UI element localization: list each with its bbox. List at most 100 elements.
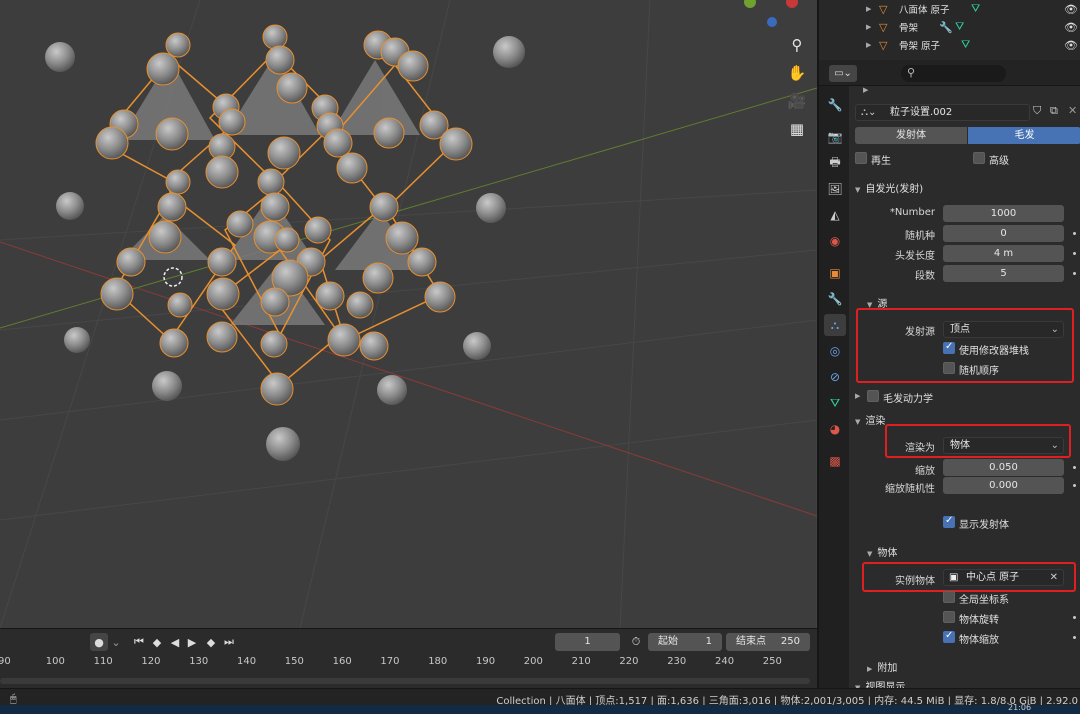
atom-sphere[interactable] (323, 128, 353, 158)
atom-sphere[interactable] (260, 287, 290, 317)
constraints-tab-icon[interactable]: ⊘ (824, 366, 846, 388)
atom-sphere[interactable] (148, 220, 182, 254)
eye-icon[interactable]: 👁 (1064, 21, 1078, 34)
type-tab-hair[interactable]: 毛发 (968, 127, 1080, 144)
atom-sphere[interactable] (159, 328, 189, 358)
eye-icon[interactable]: 👁 (1064, 3, 1078, 16)
zoom-icon[interactable]: ⚲ (785, 33, 809, 57)
atom-sphere[interactable] (95, 126, 129, 160)
modifier-tab-icon[interactable]: 🔧 (824, 288, 846, 310)
physics-tab-icon[interactable]: ◎ (824, 340, 846, 362)
world-tab-icon[interactable]: ◉ (824, 230, 846, 252)
atom-sphere[interactable] (226, 210, 254, 238)
eye-icon[interactable]: 👁 (1064, 39, 1078, 52)
atom-sphere[interactable] (265, 45, 295, 75)
atom-sphere[interactable] (146, 52, 180, 86)
grid-view-icon[interactable]: ▦ (785, 117, 809, 141)
atom-sphere[interactable] (157, 192, 187, 222)
atom-sphere[interactable] (362, 262, 394, 294)
atom-sphere[interactable] (346, 291, 374, 319)
atom-sphere[interactable] (260, 192, 290, 222)
atom-sphere[interactable] (476, 193, 506, 223)
atom-sphere[interactable] (165, 32, 191, 58)
atom-sphere[interactable] (260, 330, 288, 358)
scene-tab-icon[interactable]: ◭ (824, 204, 846, 226)
search-input[interactable]: ⚲ (901, 65, 1006, 82)
keyframe-dot-icon[interactable] (1073, 636, 1076, 639)
atom-sphere[interactable] (260, 372, 294, 406)
play-icon[interactable]: ▶ (184, 633, 200, 651)
pan-hand-icon[interactable]: ✋ (785, 61, 809, 85)
atom-sphere[interactable] (385, 221, 419, 255)
atom-sphere[interactable] (493, 36, 525, 68)
duplicate-icon[interactable]: ⧉ (1050, 104, 1065, 121)
texture-tab-icon[interactable]: ▩ (824, 450, 846, 472)
atom-sphere[interactable] (262, 24, 288, 50)
segments-field[interactable]: 5 (943, 265, 1064, 282)
hair-dynamics-checkbox[interactable] (867, 390, 879, 402)
jump-start-icon[interactable]: ⏮ (132, 633, 146, 651)
outliner-row[interactable]: ▶ ▽ 骨架 原子 ⛛ 👁 (819, 36, 1080, 54)
emission-section-header[interactable]: ▼ 自发光(发射) (855, 180, 923, 195)
render-section-header[interactable]: ▼ 渲染 (855, 412, 885, 427)
atom-sphere[interactable] (152, 371, 182, 401)
atom-sphere[interactable] (439, 127, 473, 161)
particle-datablock-selector[interactable]: ⛬⌄ 粒子设置.002 (855, 104, 1030, 121)
atom-sphere[interactable] (304, 216, 332, 244)
atom-sphere[interactable] (45, 42, 75, 72)
regrow-checkbox[interactable] (855, 152, 867, 164)
advanced-checkbox[interactable] (973, 152, 985, 164)
next-keyframe-icon[interactable]: ◆ (202, 633, 220, 651)
global-coordinates-checkbox[interactable] (943, 591, 955, 603)
expand-arrow-icon[interactable]: ▶ (866, 5, 871, 13)
seed-field[interactable]: 0 (943, 225, 1064, 242)
keyframe-dot-icon[interactable] (1073, 616, 1076, 619)
hair-length-field[interactable]: 4 m (943, 245, 1064, 262)
expand-arrow-icon[interactable]: ▶ (866, 41, 871, 49)
atom-sphere[interactable] (463, 332, 491, 360)
scale-randomness-field[interactable]: 0.000 (943, 477, 1064, 494)
scale-field[interactable]: 0.050 (943, 459, 1064, 476)
atom-sphere[interactable] (274, 227, 300, 253)
keyframe-dot-icon[interactable] (1073, 232, 1076, 235)
atom-sphere[interactable] (116, 247, 146, 277)
atom-sphere[interactable] (315, 281, 345, 311)
object-scale-checkbox[interactable] (943, 630, 955, 643)
viewport-scene[interactable] (0, 0, 817, 628)
atom-sphere[interactable] (56, 192, 84, 220)
jump-end-icon[interactable]: ⏭ (222, 633, 236, 651)
number-field[interactable]: 1000 (943, 205, 1064, 222)
atom-sphere[interactable] (377, 375, 407, 405)
keyframe-dot-icon[interactable] (1073, 466, 1076, 469)
outliner-row[interactable]: ▶ ▽ 八面体 原子 ⛛ 👁 (819, 0, 1080, 18)
atom-sphere[interactable] (167, 292, 193, 318)
tool-tab-icon[interactable]: 🔧 (824, 94, 846, 116)
render-tab-icon[interactable]: 📷 (824, 126, 846, 148)
atom-sphere[interactable] (257, 168, 285, 196)
hair-dynamics-section-header[interactable]: ▶ (855, 390, 865, 401)
current-frame-field[interactable]: 1 (555, 633, 620, 651)
object-data-tab-icon[interactable]: ⛛ (824, 392, 846, 414)
stopwatch-icon[interactable]: ⏱ (628, 633, 644, 651)
atom-sphere[interactable] (206, 321, 238, 353)
frame-ruler[interactable]: 90 100 110 120 130 140 150 160 170 180 190 200 210 22… (0, 656, 817, 674)
atom-sphere[interactable] (327, 323, 361, 357)
atom-sphere[interactable] (218, 108, 246, 136)
panel-collapse-arrow-icon[interactable]: ▶ (863, 86, 868, 94)
3d-viewport[interactable]: ⚲ ✋ 🎥 ▦ (0, 0, 817, 628)
atom-sphere[interactable] (205, 155, 239, 189)
atom-sphere[interactable] (276, 72, 308, 104)
keyframe-dot-icon[interactable] (1073, 272, 1076, 275)
atom-sphere[interactable] (267, 136, 301, 170)
play-reverse-icon[interactable]: ◀ (168, 633, 182, 651)
timeline-scrollbar[interactable] (0, 678, 810, 684)
output-tab-icon[interactable]: 🖶 (824, 152, 846, 174)
atom-spheres[interactable] (45, 24, 525, 461)
end-frame-field[interactable]: 结束点 250 (726, 633, 810, 651)
type-tab-emitter[interactable]: 发射体 (855, 127, 967, 144)
keyframe-dot-icon[interactable] (1073, 484, 1076, 487)
outliner-row[interactable]: ▶ ▽ 骨架 🔧 ⛛ 👁 (819, 18, 1080, 36)
prev-keyframe-icon[interactable]: ◆ (148, 633, 166, 651)
properties-editor-icon[interactable]: ▭⌄ (829, 65, 857, 82)
atom-sphere[interactable] (336, 152, 368, 184)
